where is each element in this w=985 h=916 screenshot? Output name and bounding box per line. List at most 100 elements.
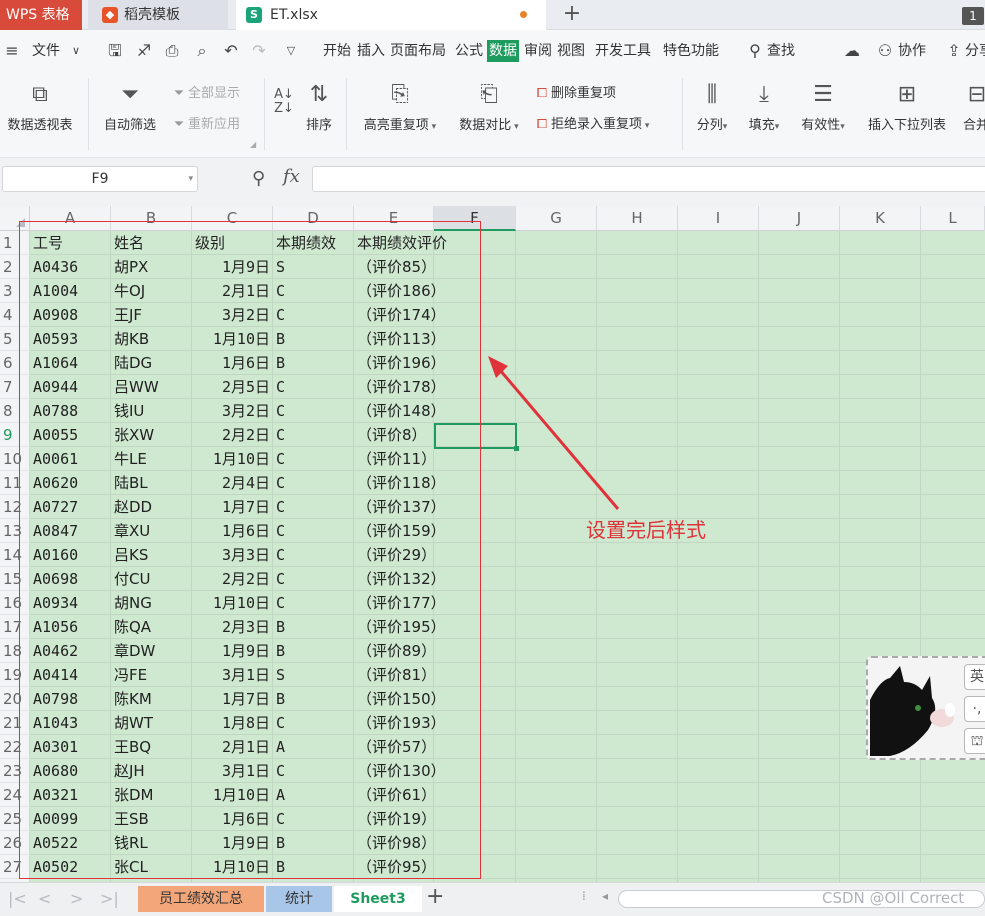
scroll-left-icon[interactable]: ◂ [602,889,608,903]
share-icon[interactable]: ⇪ [944,41,964,61]
document-tab[interactable]: S ET.xlsx [236,0,546,30]
prev-sheet-icon[interactable]: < [38,889,51,908]
shirt-icon: ⛫ [970,733,984,749]
search-icon[interactable]: ⚲ [745,41,765,61]
menu-bar: ≡ 文件 ∨ 🖫 ♐ ⎙ ⌕ ↶ ↷ ▽ 开始 插入 页面布局 公式 数据 审阅… [0,30,985,72]
last-sheet-icon[interactable]: >| [100,889,119,908]
sort-az-icon[interactable]: A↓ Z↓ [272,88,296,116]
next-sheet-icon[interactable]: > [70,889,83,908]
chevron-down-icon[interactable]: ▾ [188,167,193,191]
insert-dropdown-icon: ⊞ [897,82,917,107]
compare-icon: ⎗ [480,82,498,107]
merge-button[interactable]: ⊟ 合并 [961,80,985,133]
sheet-tab-sheet3[interactable]: Sheet3 [334,886,422,912]
compare-label: 数据对比 [459,118,512,133]
name-box[interactable]: F9 ▾ [2,166,198,192]
highlight-dup-button[interactable]: ⎘ 高亮重复项 ▾ [356,80,444,133]
sheet-tab-stats[interactable]: 统计 [266,886,332,912]
ime-widget[interactable]: 英 ·, ⛫ [866,656,985,760]
worksheet-grid[interactable]: ABCDEFGHIJKL 1 2 3 4 5 6 7 8 9 10 11 12 13 14 15 16 17 18… [0,206,985,882]
split-column-label: 分列 [696,118,723,133]
search-label[interactable]: 查找 [767,40,795,62]
sort-label: 排序 [305,118,332,133]
watermark: CSDN @Oll Correct [822,889,965,907]
show-all-label: 全部显示 [188,86,241,101]
sort-button[interactable]: ⇅ 排序 [300,80,338,133]
format-painter-icon[interactable]: ♐ [134,41,154,61]
collab-user-icon[interactable]: ⚇ [875,41,895,61]
reject-dup-icon: ⧠ [536,117,548,132]
tab-developer[interactable]: 开发工具 [595,40,651,62]
print-icon[interactable]: ⎙ [162,41,182,61]
quick-access-more-icon[interactable]: ▽ [281,41,301,61]
template-tab[interactable]: ◆ 稻壳模板 [88,0,228,30]
pivot-table-icon: ⧉ [32,82,48,107]
wps-app-tab[interactable]: WPS 表格 [0,0,82,30]
add-sheet-button[interactable]: + [426,884,444,909]
filter-icon: ⏷ [121,82,139,107]
compare-button[interactable]: ⎗ 数据对比 ▾ [453,80,525,133]
pivot-table-button[interactable]: ⧉ 数据透视表 [2,80,78,133]
delete-dup-button[interactable]: ⧠ 删除重复项 [533,84,616,104]
dialog-launcher-icon[interactable]: ◢ [250,140,256,149]
scroll-grip-icon[interactable]: ⁞ [582,889,586,903]
fill-button[interactable]: ⤓ 填充▾ [742,80,786,133]
split-column-button[interactable]: ⫼ 分列▾ [690,80,734,133]
save-icon[interactable]: 🖫 [105,41,125,61]
arrow-shaft [492,362,620,510]
reject-dup-label: 拒绝录入重复项 [551,117,643,132]
chevron-down-icon: ▾ [722,122,728,132]
share-label[interactable]: 分享 [965,40,985,62]
wps-window: WPS 表格 ◆ 稻壳模板 S ET.xlsx + 1 ≡ 文件 ∨ 🖫 ♐ ⎙… [0,0,985,916]
chevron-down-icon: ▾ [642,121,650,131]
insert-dropdown-button[interactable]: ⊞ 插入下拉列表 [861,80,953,133]
validity-label: 有效性 [801,118,841,133]
collab-label[interactable]: 协作 [898,40,926,62]
reapply-icon: ⏷ [173,117,185,132]
cloud-icon[interactable]: ☁ [842,41,862,61]
merge-label: 合并 [962,118,985,133]
file-menu[interactable]: 文件 [32,40,60,62]
chevron-down-icon: ▾ [840,122,845,132]
show-all-button[interactable]: ⏷ 全部显示 [170,84,240,104]
formula-bar: F9 ▾ ⚲ fx [0,158,985,206]
ime-punct-button[interactable]: ·, [964,696,985,722]
daoke-logo-icon: ◆ [102,7,118,23]
autofilter-button[interactable]: ⏷ 自动筛选 [100,80,160,133]
chevron-down-icon: ▾ [428,122,437,132]
tab-special[interactable]: 特色功能 [663,40,719,62]
validity-icon: ☰ [813,82,833,107]
hamburger-icon[interactable]: ≡ [2,41,22,61]
annotation-text: 设置完后样式 [586,518,706,542]
tab-data[interactable]: 数据 [487,40,519,62]
highlight-dup-icon: ⎘ [391,82,409,107]
tab-start[interactable]: 开始 [323,40,351,62]
fill-label: 填充 [748,118,775,133]
first-sheet-icon[interactable]: |< [8,889,27,908]
reject-dup-button[interactable]: ⧠ 拒绝录入重复项 ▾ [533,115,650,135]
print-preview-icon[interactable]: ⌕ [192,41,212,61]
delete-dup-label: 删除重复项 [551,86,617,101]
reapply-button[interactable]: ⏷ 重新应用 [170,115,240,135]
tab-page-layout[interactable]: 页面布局 [390,40,446,62]
redo-icon[interactable]: ↷ [249,41,269,61]
undo-icon[interactable]: ↶ [221,41,241,61]
new-tab-button[interactable]: + [560,0,584,30]
tab-formula[interactable]: 公式 [455,40,483,62]
ime-lang-button[interactable]: 英 [964,664,985,690]
formula-input[interactable] [312,166,985,192]
window-count-badge[interactable]: 1 [962,7,984,25]
validity-button[interactable]: ☰ 有效性▾ [795,80,851,133]
spreadsheet-icon: S [246,7,262,23]
merge-icon: ⊟ [967,82,985,107]
sheet-tab-summary[interactable]: 员工绩效汇总 [138,886,264,912]
fx-icon[interactable]: fx [283,166,300,187]
tab-review[interactable]: 审阅 [524,40,552,62]
annotation-arrow [488,356,620,510]
ime-skin-button[interactable]: ⛫ [964,728,985,754]
ribbon-divider [264,78,265,150]
zoom-lookup-icon[interactable]: ⚲ [252,168,265,189]
tab-insert[interactable]: 插入 [357,40,385,62]
chevron-down-icon[interactable]: ∨ [66,41,86,61]
tab-view[interactable]: 视图 [557,40,585,62]
